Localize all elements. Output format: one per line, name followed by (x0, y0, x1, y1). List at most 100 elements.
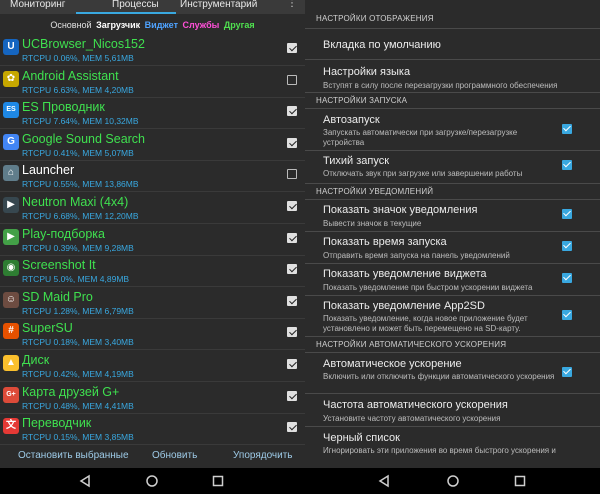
process-manager-panel: Мониторинг Процессы Инструментарий ⋮ Осн… (0, 0, 305, 494)
section-auto-acceleration: НАСТРОЙКИ АВТОМАТИЧЕСКОГО УСКОРЕНИЯ (316, 340, 507, 349)
refresh-button[interactable]: Обновить (152, 450, 197, 461)
process-row[interactable]: ◉ Screenshot It RTCPU 5.0%, MEM 4,89MB (0, 255, 305, 288)
launch-time-title[interactable]: Показать время запуска (323, 236, 447, 248)
process-stats: RTCPU 0.48%, MEM 4,41MB (22, 400, 134, 411)
home-icon[interactable] (145, 474, 159, 488)
app2sd-notification-checkbox[interactable] (562, 310, 572, 320)
process-checkbox[interactable] (287, 295, 297, 306)
sort-button[interactable]: Упорядочить (233, 450, 293, 461)
navigation-bar (305, 468, 600, 494)
recent-apps-icon[interactable] (211, 474, 225, 488)
language-title[interactable]: Настройки языка (323, 66, 410, 78)
notification-icon-title[interactable]: Показать значок уведомления (323, 204, 477, 216)
stop-selected-button[interactable]: Остановить выбранные (18, 450, 129, 461)
autostart-title[interactable]: Автозапуск (323, 114, 380, 126)
active-tab-indicator (76, 12, 176, 14)
tab-monitoring[interactable]: Мониторинг (10, 0, 65, 14)
filter-widget[interactable]: Виджет (145, 20, 178, 30)
recent-apps-icon[interactable] (513, 474, 527, 488)
process-row[interactable]: 文 Переводчик RTCPU 0.15%, MEM 3,85MB (0, 413, 305, 446)
process-row[interactable]: U UCBrowser_Nicos152 RTCPU 0.06%, MEM 5,61… (0, 34, 305, 66)
filter-loader[interactable]: Загрузчик (96, 20, 140, 30)
divider (305, 92, 600, 93)
translate-icon: 文 (3, 418, 19, 435)
widget-notification-subtitle: Показать уведомление при быстром ускорен… (323, 283, 533, 292)
divider (305, 295, 600, 296)
process-name: Диск (22, 353, 50, 367)
google-sound-search-icon: G (3, 133, 19, 150)
android-assistant-icon: ✿ (3, 70, 19, 87)
tab-tools[interactable]: Инструментарий (180, 0, 257, 14)
process-checkbox[interactable] (287, 422, 297, 433)
process-row[interactable]: # SuperSU RTCPU 0.18%, MEM 3,40MB (0, 318, 305, 351)
navigation-bar (0, 468, 305, 494)
filter-other[interactable]: Другая (224, 20, 255, 30)
notification-icon-subtitle: Вывести значок в текущие (323, 219, 422, 228)
process-checkbox[interactable] (287, 74, 297, 85)
process-name: Neutron Maxi (4x4) (22, 195, 129, 209)
autostart-checkbox[interactable] (562, 124, 572, 134)
language-subtitle: Вступят в силу после перезагрузки програ… (323, 81, 558, 90)
process-row[interactable]: ▲ Диск RTCPU 0.42%, MEM 4,19MB (0, 350, 305, 382)
process-stats: RTCPU 6.63%, MEM 4,20MB (22, 84, 134, 95)
autostart-subtitle: Запускать автоматически при загрузке/пер… (323, 128, 518, 147)
quiet-start-checkbox[interactable] (562, 160, 572, 170)
process-checkbox[interactable] (287, 43, 297, 53)
process-row[interactable]: ✿ Android Assistant RTCPU 6.63%, MEM 4,20M… (0, 66, 305, 98)
process-name: SD Maid Pro (22, 289, 93, 304)
quiet-start-title[interactable]: Тихий запуск (323, 155, 389, 167)
process-checkbox[interactable] (287, 106, 297, 117)
process-stats: RTCPU 0.18%, MEM 3,40MB (22, 337, 134, 348)
auto-acceleration-title[interactable]: Автоматическое ускорение (323, 358, 462, 370)
home-icon[interactable] (446, 474, 460, 488)
widget-notification-title[interactable]: Показать уведомление виджета (323, 268, 487, 280)
overflow-menu-icon[interactable]: ⋮ (287, 0, 297, 12)
process-checkbox[interactable] (287, 390, 297, 401)
es-explorer-icon: ES (3, 102, 19, 119)
section-notifications: НАСТРОЙКИ УВЕДОМЛЕНИЙ (316, 187, 434, 196)
process-checkbox[interactable] (287, 359, 297, 369)
process-row[interactable]: ▶ Neutron Maxi (4x4) RTCPU 6.68%, MEM 12,2… (0, 192, 305, 224)
launch-time-checkbox[interactable] (562, 241, 572, 251)
sd-maid-icon: ☺ (3, 291, 19, 308)
process-stats: RTCPU 0.42%, MEM 4,19MB (22, 369, 134, 379)
notification-icon-checkbox[interactable] (562, 209, 572, 219)
process-checkbox[interactable] (287, 232, 297, 243)
process-row[interactable]: G Google Sound Search RTCPU 0.41%, MEM 5,0… (0, 129, 305, 161)
back-icon[interactable] (78, 474, 92, 488)
process-row[interactable]: ES ES Проводник RTCPU 7.64%, MEM 10,32MB (0, 97, 305, 130)
filter-main[interactable]: Основной (50, 20, 91, 30)
auto-acceleration-checkbox[interactable] (562, 367, 572, 377)
process-checkbox[interactable] (287, 201, 297, 211)
screenshot-icon: ◉ (3, 260, 19, 277)
app2sd-notification-title[interactable]: Показать уведомление App2SD (323, 300, 485, 312)
blacklist-title[interactable]: Черный список (323, 432, 400, 444)
supersu-icon: # (3, 323, 19, 340)
widget-notification-checkbox[interactable] (562, 273, 572, 283)
launcher-icon: ⌂ (3, 165, 19, 182)
process-checkbox[interactable] (287, 327, 297, 338)
divider (305, 336, 600, 337)
divider (305, 150, 600, 151)
blacklist-subtitle: Игнорировать эти приложения во время быс… (323, 446, 556, 455)
settings-panel: НАСТРОЙКИ ОТОБРАЖЕНИЯ Вкладка по умолчан… (305, 0, 600, 494)
default-tab-title[interactable]: Вкладка по умолчанию (323, 39, 441, 51)
action-bar: Остановить выбранные Обновить Упорядочит… (0, 446, 305, 468)
process-stats: RTCPU 0.15%, MEM 3,85MB (22, 432, 134, 443)
process-row[interactable]: ☺ SD Maid Pro RTCPU 1.28%, MEM 6,79MB (0, 287, 305, 319)
divider (305, 108, 600, 109)
acceleration-frequency-title[interactable]: Частота автоматического ускорения (323, 399, 508, 411)
process-row[interactable]: ⌂ Launcher RTCPU 0.55%, MEM 13,86MB (0, 160, 305, 193)
process-stats: RTCPU 6.68%, MEM 12,20MB (22, 211, 139, 221)
process-checkbox[interactable] (287, 137, 297, 148)
process-row[interactable]: ▶ Play-подборка RTCPU 0.39%, MEM 9,28MB (0, 224, 305, 256)
process-row[interactable]: G+ Карта друзей G+ RTCPU 0.48%, MEM 4,41MB (0, 382, 305, 414)
process-stats: RTCPU 0.55%, MEM 13,86MB (22, 179, 139, 190)
process-checkbox[interactable] (287, 264, 297, 275)
back-icon[interactable] (377, 474, 391, 488)
process-checkbox[interactable] (287, 169, 297, 180)
process-name: Launcher (22, 163, 75, 178)
process-stats: RTCPU 7.64%, MEM 10,32MB (22, 116, 139, 127)
process-stats: RTCPU 0.06%, MEM 5,61MB (22, 53, 134, 63)
filter-services[interactable]: Службы (183, 20, 220, 30)
